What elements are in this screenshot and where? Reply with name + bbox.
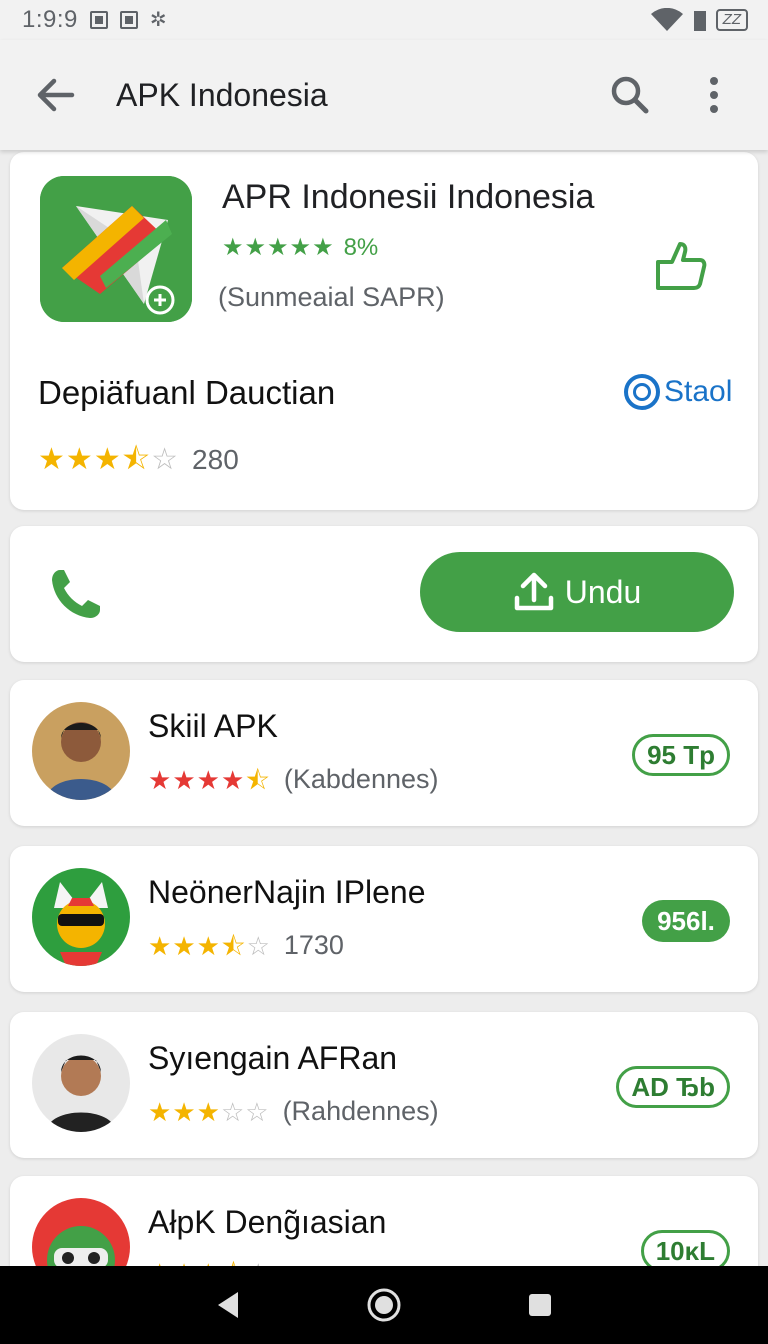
star-icon: ★	[312, 234, 334, 261]
app-name: NeönerNajin IPlene	[148, 874, 426, 910]
search-icon	[611, 76, 649, 114]
list-item[interactable]: Syıengain AFRan ★ ★ ★ ☆ ☆ (Rahdennes) AD Ђb	[10, 1012, 758, 1158]
star-icon: ★	[220, 764, 245, 795]
nav-back-icon	[218, 1292, 238, 1318]
nav-home-button[interactable]	[354, 1275, 414, 1335]
star-icon: ★	[38, 443, 65, 476]
star-half-icon: ⯪	[220, 930, 246, 961]
search-button[interactable]	[600, 65, 660, 125]
star-empty-icon: ☆	[246, 930, 270, 961]
back-button[interactable]	[26, 65, 86, 125]
app-rating: ★ ★ ★ ★ ⯪ (Kabdennes)	[148, 764, 438, 795]
star-empty-icon: ☆	[151, 443, 179, 476]
status-right: ZZ	[650, 8, 748, 32]
price-badge[interactable]: AD Ђb	[616, 1066, 730, 1108]
star-half-icon: ⯪	[121, 443, 151, 476]
featured-app-name: APR Indonesii Indonesia	[222, 178, 595, 216]
back-arrow-icon	[37, 78, 75, 112]
star-icon: ★	[196, 930, 220, 961]
star-icon: ★	[267, 234, 289, 261]
settings-notification-icon: ✲	[149, 9, 167, 31]
star-icon: ★	[222, 234, 244, 261]
status-time: 1:9:9	[22, 6, 78, 33]
star-icon: ★	[244, 234, 267, 261]
app-icon	[40, 176, 192, 322]
call-button[interactable]	[44, 562, 108, 626]
list-item[interactable]: Skiil APK ★ ★ ★ ★ ⯪ (Kabdennes) 95 Tp	[10, 680, 758, 826]
paper-plane-logo-icon	[40, 176, 192, 322]
featured-app-card[interactable]: APR Indonesii Indonesia ★ ★ ★ ★ ★ 8% (Sunmea…	[10, 152, 758, 510]
app-name: AłpK Deng̃ıasian	[148, 1204, 387, 1240]
share-button[interactable]	[650, 236, 710, 296]
upload-icon	[514, 572, 553, 611]
app-meta: (Rahdennes)	[282, 1096, 439, 1126]
nav-recents-icon	[529, 1294, 551, 1316]
list-item[interactable]: NeönerNajin IPlene ★ ★ ★ ⯪ ☆ 1730 956l.	[10, 846, 758, 992]
phone-icon	[52, 570, 100, 618]
thumbs-up-icon	[656, 242, 707, 290]
featured-rating: ★ ★ ★ ★ ★ 8%	[222, 234, 378, 262]
person-avatar-icon	[32, 702, 130, 800]
featured-rating-percent: 8%	[343, 234, 379, 261]
app-meta: (Kabdennes)	[283, 764, 439, 794]
star-icon: ★	[172, 930, 196, 961]
star-empty-icon: ☆	[245, 1096, 269, 1127]
actions-card: Undu	[10, 526, 758, 662]
developer-rating: ★ ★ ★ ⯪ ☆ 280	[38, 444, 239, 476]
brand-label: Staol	[664, 375, 733, 408]
price-badge[interactable]: 95 Tp	[632, 734, 730, 776]
status-left: 1:9:9 ✲	[22, 6, 167, 34]
star-icon: ★	[65, 443, 93, 476]
nav-home-icon	[367, 1288, 401, 1322]
app-title: APK Indonesia	[116, 76, 328, 113]
app-bar: APK Indonesia	[0, 40, 768, 150]
signal-icon	[693, 11, 706, 31]
star-rating: ★★★⯪☆	[148, 933, 270, 959]
featured-star-rating: ★ ★ ★ ★ ★	[222, 236, 334, 260]
developer-name: Depiäfuanl Dauctian	[38, 374, 336, 411]
avatar	[32, 868, 130, 966]
star-icon: ★	[148, 764, 172, 795]
cat-mascot-icon	[32, 868, 130, 966]
avatar	[32, 702, 130, 800]
brand-logo-icon	[624, 374, 660, 410]
star-icon: ★	[172, 1096, 196, 1127]
star-icon: ★	[196, 1096, 220, 1127]
featured-app-subtitle: (Sunmeaial SAPR)	[218, 282, 445, 312]
nav-back-button[interactable]	[198, 1275, 258, 1335]
avatar	[32, 1034, 130, 1132]
star-rating: ★ ★ ★ ★ ⯪	[148, 767, 270, 793]
developer-star-rating: ★ ★ ★ ⯪ ☆	[38, 445, 178, 475]
app-rating: ★ ★ ★ ⯪ ☆ 1730	[148, 930, 344, 961]
system-nav-bar	[0, 1266, 768, 1344]
star-icon: ★	[148, 930, 172, 961]
more-vert-icon	[710, 77, 718, 113]
star-rating: ★ ★ ★ ☆ ☆	[148, 1099, 269, 1125]
notification-icon	[89, 11, 108, 29]
app-name: Skiil APK	[148, 708, 278, 744]
download-label: Undu	[564, 573, 642, 610]
star-icon: ★	[196, 764, 220, 795]
star-half-icon: ⯪	[245, 764, 270, 795]
star-icon: ★	[148, 1096, 172, 1127]
person-avatar-icon	[32, 1034, 130, 1132]
app-rating: ★ ★ ★ ☆ ☆ (Rahdennes)	[148, 1096, 439, 1127]
star-icon: ★	[289, 234, 312, 261]
gallery-notification-icon	[119, 11, 138, 29]
star-icon: ★	[93, 443, 121, 476]
nav-recents-button[interactable]	[510, 1275, 570, 1335]
app-meta: 1730	[283, 930, 344, 960]
developer-brand-link[interactable]: Staol	[624, 374, 732, 410]
download-button[interactable]: Undu	[420, 552, 734, 632]
status-bar: 1:9:9 ✲ ZZ	[0, 0, 768, 40]
battery-icon: ZZ	[715, 9, 748, 31]
app-name: Syıengain AFRan	[148, 1040, 398, 1076]
star-icon: ★	[172, 764, 196, 795]
developer-rating-count: 280	[192, 444, 239, 475]
more-options-button[interactable]	[684, 65, 744, 125]
price-badge[interactable]: 956l.	[642, 900, 730, 942]
wifi-icon	[650, 8, 683, 31]
star-empty-icon: ☆	[220, 1096, 245, 1127]
